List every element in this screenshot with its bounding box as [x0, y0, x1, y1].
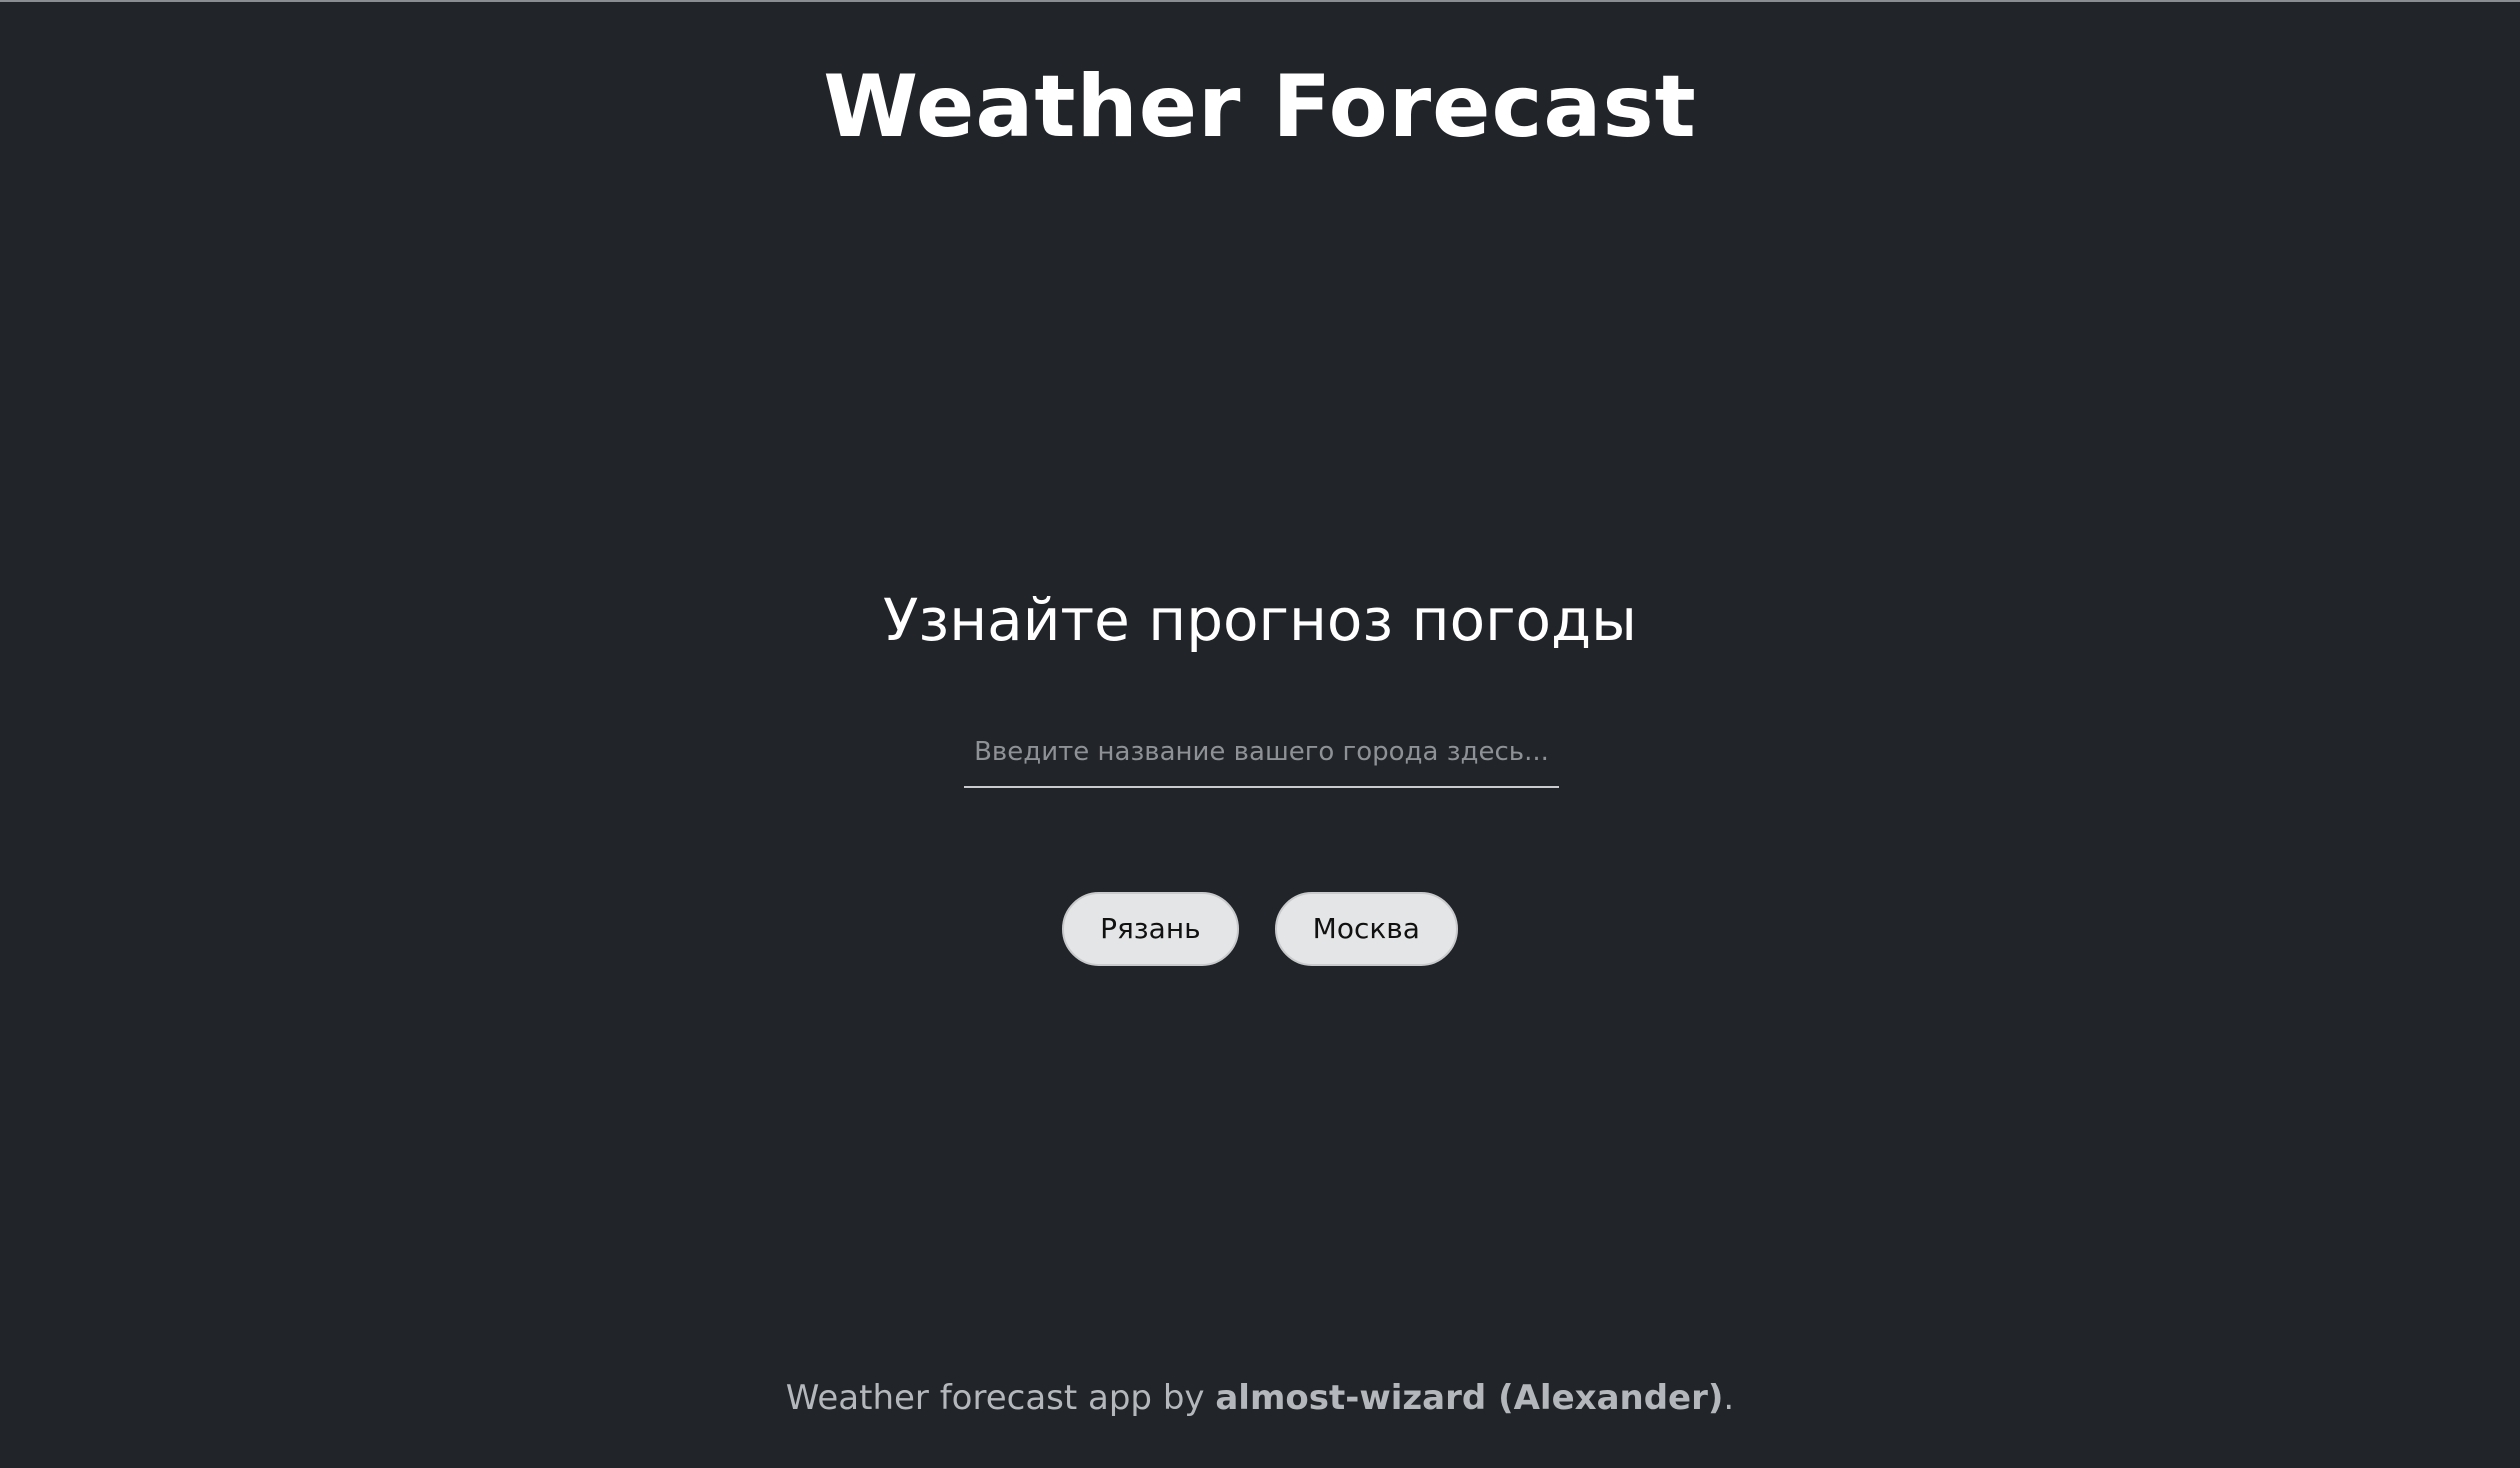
- footer-suffix: .: [1723, 1378, 1735, 1418]
- top-border: [0, 0, 2520, 2]
- main-section: Узнайте прогноз погоды: [0, 560, 2520, 680]
- author-link[interactable]: almost-wizard (Alexander): [1215, 1378, 1723, 1418]
- footer: Weather forecast app by almost-wizard (A…: [0, 1370, 2520, 1426]
- app-title: Weather Forecast: [823, 57, 1697, 157]
- search-field: [964, 720, 1559, 788]
- city-search-input[interactable]: [964, 720, 1559, 784]
- page-heading: Узнайте прогноз погоды: [883, 586, 1637, 654]
- footer-prefix: Weather forecast app by: [785, 1378, 1216, 1418]
- city-buttons: Рязань Москва: [0, 892, 2520, 966]
- city-button-ryazan[interactable]: Рязань: [1062, 892, 1239, 966]
- city-button-moscow[interactable]: Москва: [1274, 892, 1458, 966]
